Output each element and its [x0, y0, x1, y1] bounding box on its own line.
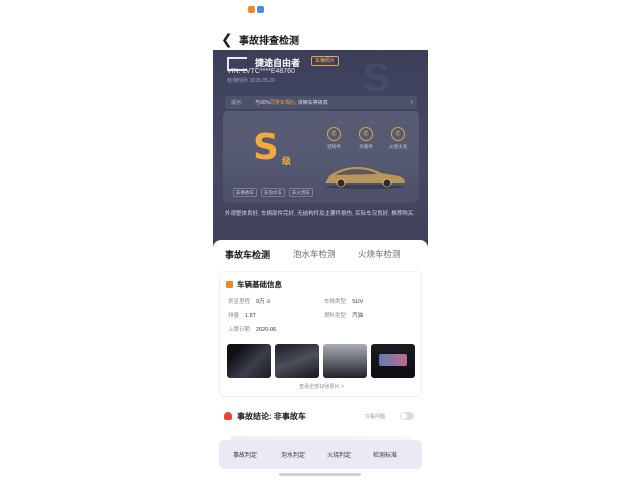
tab-fire[interactable]: 火烧车检测 [358, 248, 401, 260]
badge-label: 结构件 [327, 144, 341, 149]
alert-icon [224, 412, 232, 420]
back-arrow-icon[interactable]: ❮ [221, 31, 233, 47]
field-fuel-type: 燃料类型 汽油 [324, 311, 363, 319]
notice-label: 提示: [231, 100, 243, 106]
nav-bar: ❮ 事故排查检测 [213, 28, 428, 50]
home-indicator [279, 473, 361, 476]
field-value: SUV [352, 299, 364, 305]
field-key: 上牌日期 [228, 327, 251, 333]
hero-watermark: S [363, 56, 390, 100]
grade-letter: S [253, 127, 279, 168]
vehicle-photo[interactable] [323, 344, 367, 378]
chevron-right-icon: › [410, 97, 413, 106]
field-key: 车辆类型 [324, 299, 347, 305]
report-hero: S 捷途自由者 车辆照片 VIN: LVTC****E48760 检测时间: 2… [213, 50, 428, 250]
badge-ring: 优 [327, 127, 341, 141]
vehicle-photo[interactable] [227, 344, 271, 378]
chip: 非火烧车 [289, 188, 313, 197]
only-issues-label: 只看问题 [365, 414, 386, 420]
basic-info-title: 车辆基础信息 [237, 280, 282, 289]
vehicle-photo[interactable] [275, 344, 319, 378]
photo-strip [227, 344, 417, 378]
tab-bar: 事故车检测 泡水车检测 火烧车检测 [213, 248, 428, 273]
vehicle-photo-tag[interactable]: 车辆照片 [311, 56, 340, 66]
grade-card: S 级 优 结构件 优 外观件 优 火烧水泡 非事故车 非泡水车 非火烧车 [223, 111, 419, 203]
grade-suffix: 级 [282, 156, 292, 166]
field-key: 排量 [228, 313, 240, 319]
field-value: 汽油 [352, 313, 364, 319]
bottom-nav-flood[interactable]: 泡水判定 [281, 450, 305, 459]
conclusion-row: 事故结论: 非事故车 只看问题 [219, 406, 422, 428]
field-register-date: 上牌日期 2020-06 [228, 325, 276, 333]
tab-accident[interactable]: 事故车检测 [225, 248, 270, 261]
report-description: 外观整体良好, 车辆部件完好, 无结构件及主要件损伤, 实际车况良好, 推荐购买… [225, 211, 415, 217]
badge-ring: 优 [391, 127, 405, 141]
field-vehicle-type: 车辆类型 SUV [324, 297, 363, 305]
basic-info-panel: 车辆基础信息 表显里程 9万 ⊙ 车辆类型 SUV 排量 1.5T 燃料类型 汽油 上牌… [219, 271, 422, 397]
field-mileage: 表显里程 9万 ⊙ [228, 297, 271, 305]
basic-info-header: 车辆基础信息 [226, 279, 282, 290]
badge-label: 火烧水泡 [389, 144, 407, 149]
badge-fire-water: 优 火烧水泡 [385, 127, 411, 150]
chip: 非事故车 [233, 188, 257, 197]
car-icon [325, 167, 405, 189]
field-value: 2020-06 [256, 327, 277, 333]
phone-screen: ❮ 事故排查检测 S 捷途自由者 车辆照片 VIN: LVTC****E4876… [213, 0, 428, 480]
field-value: 1.5T [245, 313, 257, 319]
chip: 非泡水车 [261, 188, 285, 197]
conclusion-label: 事故结论: 非事故车 [237, 412, 306, 421]
bottom-nav-fire[interactable]: 火烧判定 [327, 450, 351, 459]
field-value: 9万 ⊙ [256, 299, 271, 305]
bottom-nav-standard[interactable]: 检测标准 [373, 450, 397, 459]
vehicle-photo[interactable] [371, 344, 415, 378]
car-info-icon [226, 281, 233, 288]
bottom-nav: 事故判定 泡水判定 火烧判定 检测标准 [219, 440, 422, 469]
badge-structure: 优 结构件 [321, 127, 347, 150]
report-date: 检测时间: 2025.05.20 [227, 78, 275, 84]
notice-bar[interactable]: 提示: 与90%同类车相比, 该辆车等级高 › [225, 96, 417, 109]
bottom-nav-accident[interactable]: 事故判定 [233, 450, 257, 459]
badge-label: 外观件 [359, 144, 373, 149]
status-bar [213, 0, 428, 22]
only-issues-toggle[interactable] [400, 412, 414, 420]
tab-flood[interactable]: 泡水车检测 [293, 248, 336, 260]
vehicle-vin: VIN: LVTC****E48760 [227, 68, 295, 75]
field-key: 燃料类型 [324, 313, 347, 319]
dashboard-screen [379, 354, 407, 366]
grade-badges: 优 结构件 优 外观件 优 火烧水泡 [321, 127, 413, 157]
app-notification-icon-2 [257, 6, 264, 13]
badge-ring: 优 [359, 127, 373, 141]
page-title: 事故排查检测 [239, 36, 299, 47]
notice-text: 与90%同类车相比, 该辆车等级高 [255, 100, 328, 106]
badge-exterior: 优 外观件 [353, 127, 379, 150]
field-key: 表显里程 [228, 299, 251, 305]
app-notification-icon [248, 6, 255, 13]
field-displacement: 排量 1.5T [228, 311, 256, 319]
view-all-photos-link[interactable]: 查看全部18张照片 > [220, 383, 423, 390]
